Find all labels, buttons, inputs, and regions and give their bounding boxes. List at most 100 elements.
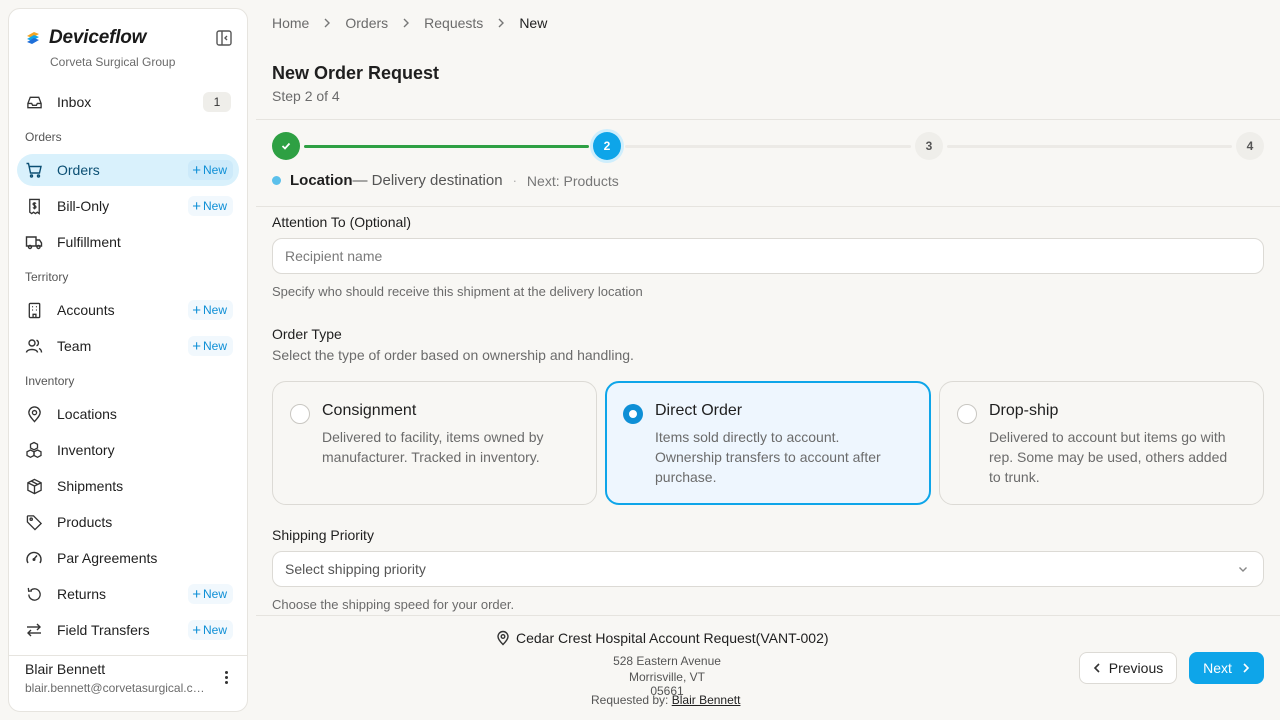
- step-4[interactable]: 4: [1236, 132, 1264, 160]
- new-order-button[interactable]: + New: [188, 160, 233, 180]
- sidebar-item-orders[interactable]: Orders + New: [17, 154, 239, 186]
- order-type-option-drop-ship[interactable]: Drop-ship Delivered to account but items…: [939, 381, 1264, 505]
- users-icon: [25, 337, 43, 355]
- step-2-current[interactable]: 2: [593, 132, 621, 160]
- sidebar-item-label: Inbox: [57, 94, 92, 110]
- user-menu-icon[interactable]: [219, 667, 233, 687]
- breadcrumb-requests[interactable]: Requests: [424, 15, 483, 31]
- check-icon: [281, 142, 291, 150]
- brand-name: Deviceflow: [49, 27, 147, 48]
- requested-by-label: Requested by:: [591, 693, 669, 707]
- step-connector: [625, 145, 911, 148]
- sidebar-item-inventory[interactable]: Inventory: [17, 434, 239, 466]
- brand[interactable]: Deviceflow: [25, 27, 146, 49]
- chevron-right-icon: [402, 16, 410, 31]
- step-caption-next: Next: Products: [526, 172, 619, 189]
- order-type-label: Order Type: [272, 326, 342, 342]
- sidebar-item-team[interactable]: Team + New: [17, 330, 239, 362]
- new-bill-only-button[interactable]: + New: [188, 196, 233, 216]
- sidebar-item-label: Orders: [57, 162, 100, 178]
- radio-button[interactable]: [290, 404, 310, 424]
- attention-to-help: Specify who should receive this shipment…: [272, 284, 643, 299]
- user-name: Blair Bennett: [25, 661, 106, 677]
- attention-to-input[interactable]: [272, 238, 1264, 274]
- plus-icon: +: [192, 621, 201, 639]
- deviceflow-logo-icon: [27, 32, 39, 44]
- inbox-count-badge: 1: [203, 92, 231, 112]
- section-label-inventory: Inventory: [25, 374, 75, 388]
- radio-button[interactable]: [957, 404, 977, 424]
- sidebar-item-label: Locations: [57, 406, 117, 422]
- sidebar-item-shipments[interactable]: Shipments: [17, 470, 239, 502]
- user-profile[interactable]: Blair Bennett blair.bennett@corvetasurgi…: [25, 661, 237, 695]
- sidebar-collapse-icon[interactable]: [215, 29, 233, 47]
- sidebar-item-accounts[interactable]: Accounts + New: [17, 294, 239, 326]
- next-label: Next: [1203, 660, 1232, 676]
- location-pin-icon: [497, 630, 509, 646]
- section-label-orders: Orders: [25, 130, 62, 144]
- new-team-member-button[interactable]: + New: [188, 336, 233, 356]
- gauge-icon: [25, 549, 43, 567]
- receipt-icon: [25, 197, 43, 215]
- account-request-title: Cedar Crest Hospital Account Request(VAN…: [496, 630, 829, 646]
- sidebar-item-inbox[interactable]: Inbox 1: [17, 86, 239, 118]
- sidebar-item-field-transfers[interactable]: Field Transfers + New: [17, 614, 239, 646]
- new-label: New: [202, 339, 227, 353]
- new-field-transfer-button[interactable]: + New: [188, 620, 233, 640]
- plus-icon: +: [192, 585, 201, 603]
- user-email: blair.bennett@corvetasurgical.com: [25, 681, 209, 695]
- sidebar-item-label: Team: [57, 338, 92, 354]
- account-name: Cedar Crest Hospital Account Request(VAN…: [516, 630, 829, 646]
- next-button[interactable]: Next: [1189, 652, 1264, 684]
- breadcrumb-home[interactable]: Home: [272, 15, 309, 31]
- step-caption-separator: ·: [512, 173, 517, 188]
- new-label: New: [202, 199, 227, 213]
- shipping-priority-label: Shipping Priority: [272, 527, 374, 543]
- sidebar-item-label: Par Agreements: [57, 550, 158, 566]
- step-3[interactable]: 3: [915, 132, 943, 160]
- step-connector-complete: [304, 145, 589, 148]
- sidebar-item-bill-only[interactable]: Bill-Only + New: [17, 190, 239, 222]
- shipping-priority-select[interactable]: Select shipping priority: [272, 551, 1264, 587]
- step-connector: [947, 145, 1232, 148]
- step-caption-description: — Delivery destination: [352, 172, 503, 189]
- sidebar-item-fulfillment[interactable]: Fulfillment: [17, 226, 239, 258]
- sidebar-item-label: Accounts: [57, 302, 115, 318]
- tag-icon: [25, 513, 43, 531]
- option-title: Consignment: [322, 402, 417, 419]
- new-return-button[interactable]: + New: [188, 584, 233, 604]
- sidebar-item-label: Shipments: [57, 478, 124, 494]
- option-description: Items sold directly to account. Ownershi…: [655, 429, 881, 485]
- shipping-priority-help: Choose the shipping speed for your order…: [272, 597, 515, 612]
- sidebar-item-label: Field Transfers: [57, 622, 150, 638]
- sidebar-item-products[interactable]: Products: [17, 506, 239, 538]
- new-account-button[interactable]: + New: [188, 300, 233, 320]
- sidebar-item-par-agreements[interactable]: Par Agreements: [17, 542, 239, 574]
- sidebar-divider: [9, 655, 247, 656]
- sidebar-item-label: Products: [57, 514, 113, 530]
- previous-button[interactable]: Previous: [1079, 652, 1177, 684]
- map-pin-icon: [25, 405, 43, 423]
- radio-button-selected[interactable]: [623, 404, 643, 424]
- address-line-1: 528 Eastern Avenue: [613, 654, 721, 668]
- plus-icon: +: [192, 337, 201, 355]
- step-1-complete[interactable]: [272, 132, 300, 160]
- plus-icon: +: [192, 161, 201, 179]
- cart-icon: [25, 161, 43, 179]
- new-label: New: [202, 587, 227, 601]
- new-label: New: [202, 623, 227, 637]
- requested-by: Requested by: Blair Bennett: [591, 693, 740, 707]
- requested-by-link[interactable]: Blair Bennett: [672, 693, 741, 707]
- order-type-option-consignment[interactable]: Consignment Delivered to facility, items…: [272, 381, 597, 505]
- breadcrumb-orders[interactable]: Orders: [345, 15, 388, 31]
- step-caption-title: Location: [290, 172, 353, 189]
- chevron-right-icon: [323, 16, 331, 31]
- order-type-option-direct-order[interactable]: Direct Order Items sold directly to acco…: [605, 381, 931, 505]
- sidebar-item-label: Returns: [57, 586, 107, 602]
- package-icon: [25, 477, 43, 495]
- previous-label: Previous: [1108, 660, 1164, 676]
- order-type-help: Select the type of order based on owners…: [272, 347, 634, 363]
- sidebar-item-returns[interactable]: Returns + New: [17, 578, 239, 610]
- sidebar-item-locations[interactable]: Locations: [17, 398, 239, 430]
- inbox-icon: [25, 93, 43, 111]
